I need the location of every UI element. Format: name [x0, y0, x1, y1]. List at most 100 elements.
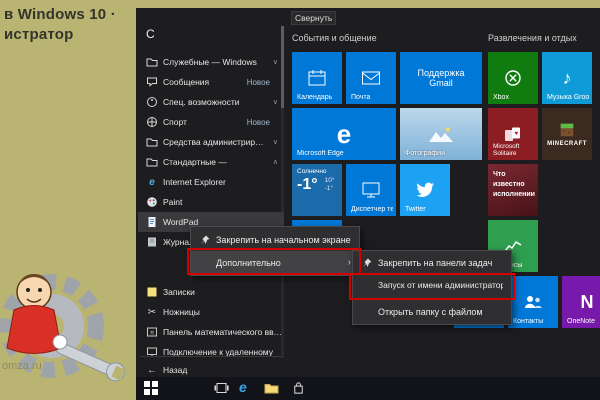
back-label: Назад	[163, 365, 284, 375]
journal-icon	[146, 236, 158, 248]
app-item-label: Paint	[163, 197, 284, 207]
tutorial-title-fragment-2: истратор	[4, 26, 74, 43]
tile-photos[interactable]: Фотографии	[400, 108, 482, 160]
app-item-sticky-notes[interactable]: Записки	[138, 282, 284, 302]
list-divider	[140, 356, 282, 357]
tile-group-title-communication: События и общение	[292, 33, 377, 43]
tile-mail[interactable]: Почта	[346, 52, 396, 104]
collapse-tooltip: Свернуть	[291, 11, 336, 25]
chevron-down-icon: ∨	[273, 138, 278, 146]
tile-xbox[interactable]: Xbox	[488, 52, 538, 104]
submenu-item-run-as-admin[interactable]: Запуск от имени администратора	[353, 274, 511, 296]
paint-palette-icon	[146, 196, 158, 208]
site-watermark: omza.ru	[2, 360, 42, 372]
wordpad-context-menu: Закрепить на начальном экране Дополнител…	[190, 226, 360, 276]
accessibility-icon	[146, 96, 158, 108]
tile-label: OneNote	[567, 318, 600, 325]
tile-contacts[interactable]: Контакты	[508, 276, 558, 328]
news-headline-line2: исполнении	[493, 190, 538, 200]
more-submenu: Закрепить на панели задач Запуск от имен…	[352, 250, 512, 325]
scissors-icon: ✂	[146, 306, 158, 318]
tile-microsoft-edge[interactable]: e Microsoft Edge	[292, 108, 396, 160]
tile-label: Почта	[351, 94, 393, 101]
pin-icon	[199, 235, 210, 245]
app-item-snipping[interactable]: ✂ Ножницы	[138, 302, 284, 322]
chevron-up-icon: ∧	[273, 158, 278, 166]
tile-news[interactable]: Что известно исполнении	[488, 164, 538, 216]
weather-condition: Солнечно	[292, 164, 342, 175]
taskbar: e	[136, 377, 600, 400]
weather-high: 10°	[325, 177, 335, 185]
chevron-down-icon: ∨	[273, 98, 278, 106]
app-item-accessibility[interactable]: Спец. возможности ∨	[138, 92, 284, 112]
pin-icon	[361, 258, 372, 268]
tile-gmail-support[interactable]: Поддержка Gmail	[400, 52, 482, 104]
internet-explorer-icon: e	[146, 176, 158, 188]
folder-icon	[146, 156, 158, 168]
app-item-label: Сообщения	[163, 77, 242, 87]
menu-item-more[interactable]: Дополнительно ›	[191, 251, 359, 274]
app-list-scrollbar-thumb[interactable]	[281, 26, 284, 108]
tile-task-manager[interactable]: Диспетчер те...	[346, 164, 396, 216]
tile-weather[interactable]: Солнечно -1° 10° -1°	[292, 164, 342, 216]
menu-item-label: Закрепить на панели задач	[378, 258, 503, 268]
app-item-system-windows[interactable]: Служебные — Windows ∨	[138, 52, 284, 72]
app-item-math-input[interactable]: π Панель математического ввода	[138, 322, 284, 342]
tile-groove-music[interactable]: ♪ Музыка Groove	[542, 52, 592, 104]
app-item-paint[interactable]: Paint	[138, 192, 284, 212]
news-headline-line1: Что известно	[493, 170, 538, 190]
tile-label: Фотографии	[405, 150, 479, 157]
menu-item-label: Запуск от имени администратора	[378, 280, 503, 290]
edge-taskbar-icon[interactable]: e	[239, 379, 247, 395]
menu-item-label: Дополнительно	[216, 258, 342, 268]
svg-text:π: π	[150, 331, 154, 337]
tile-label: Диспетчер те...	[351, 206, 393, 213]
sport-icon	[146, 116, 158, 128]
screenshot-root: в Windows 10 · истратор omza.ru Свернуть…	[0, 0, 600, 400]
app-item-label: Средства администрирован	[163, 137, 268, 147]
submenu-arrow-icon: ›	[348, 257, 351, 268]
tutorial-title-fragment-1: в Windows 10 ·	[4, 6, 116, 23]
new-badge: Новое	[247, 78, 270, 87]
tile-group-title-entertainment: Развлечения и отдых	[488, 33, 577, 43]
task-view-icon[interactable]	[214, 382, 229, 394]
sticky-note-icon	[146, 286, 158, 298]
menu-separator	[359, 298, 505, 299]
grass-block-icon	[558, 121, 576, 139]
app-item-sport[interactable]: Спорт Новое	[138, 112, 284, 132]
app-item-label: Записки	[163, 287, 284, 297]
store-taskbar-icon[interactable]	[292, 381, 305, 395]
tile-calendar[interactable]: Календарь	[292, 52, 342, 104]
back-arrow-icon: ←	[146, 364, 158, 376]
app-item-label: Стандартные —	[163, 157, 268, 167]
tile-label: MINECRAFT	[547, 141, 587, 147]
app-list-group-letter[interactable]: С	[146, 27, 155, 41]
tile-label: Музыка Groove	[547, 94, 589, 101]
app-item-internet-explorer[interactable]: e Internet Explorer	[138, 172, 284, 192]
menu-item-pin-to-start[interactable]: Закрепить на начальном экране	[191, 228, 359, 251]
menu-item-label: Открыть папку с файлом	[378, 307, 503, 317]
app-item-admin-tools[interactable]: Средства администрирован ∨	[138, 132, 284, 152]
tile-label: Поддержка Gmail	[400, 52, 482, 104]
app-item-accessories[interactable]: Стандартные — ∧	[138, 152, 284, 172]
tile-label: Контакты	[513, 318, 555, 325]
tile-label: Microsoft Edge	[297, 150, 393, 157]
menu-item-label: Закрепить на начальном экране	[216, 235, 351, 245]
tile-twitter[interactable]: Twitter	[400, 164, 450, 216]
tile-solitaire[interactable]: ♥ Microsoft Solitaire Collection	[488, 108, 538, 160]
submenu-item-pin-to-taskbar[interactable]: Закрепить на панели задач	[353, 252, 511, 274]
app-item-messages[interactable]: Сообщения Новое	[138, 72, 284, 92]
submenu-item-open-file-location[interactable]: Открыть папку с файлом	[353, 301, 511, 323]
new-badge: Новое	[247, 118, 270, 127]
message-icon	[146, 76, 158, 88]
file-explorer-icon[interactable]	[264, 382, 279, 394]
app-item-label: Служебные — Windows	[163, 57, 268, 67]
app-item-remote-desktop[interactable]: Подключение к удаленному	[138, 342, 284, 362]
app-item-label: Спорт	[163, 117, 242, 127]
app-item-label: Internet Explorer	[163, 177, 284, 187]
tile-onenote[interactable]: N OneNote	[562, 276, 600, 328]
tile-minecraft[interactable]: MINECRAFT	[542, 108, 592, 160]
start-button[interactable]	[144, 381, 158, 395]
tile-label: Twitter	[405, 206, 447, 213]
app-item-label: Панель математического ввода	[163, 327, 284, 337]
